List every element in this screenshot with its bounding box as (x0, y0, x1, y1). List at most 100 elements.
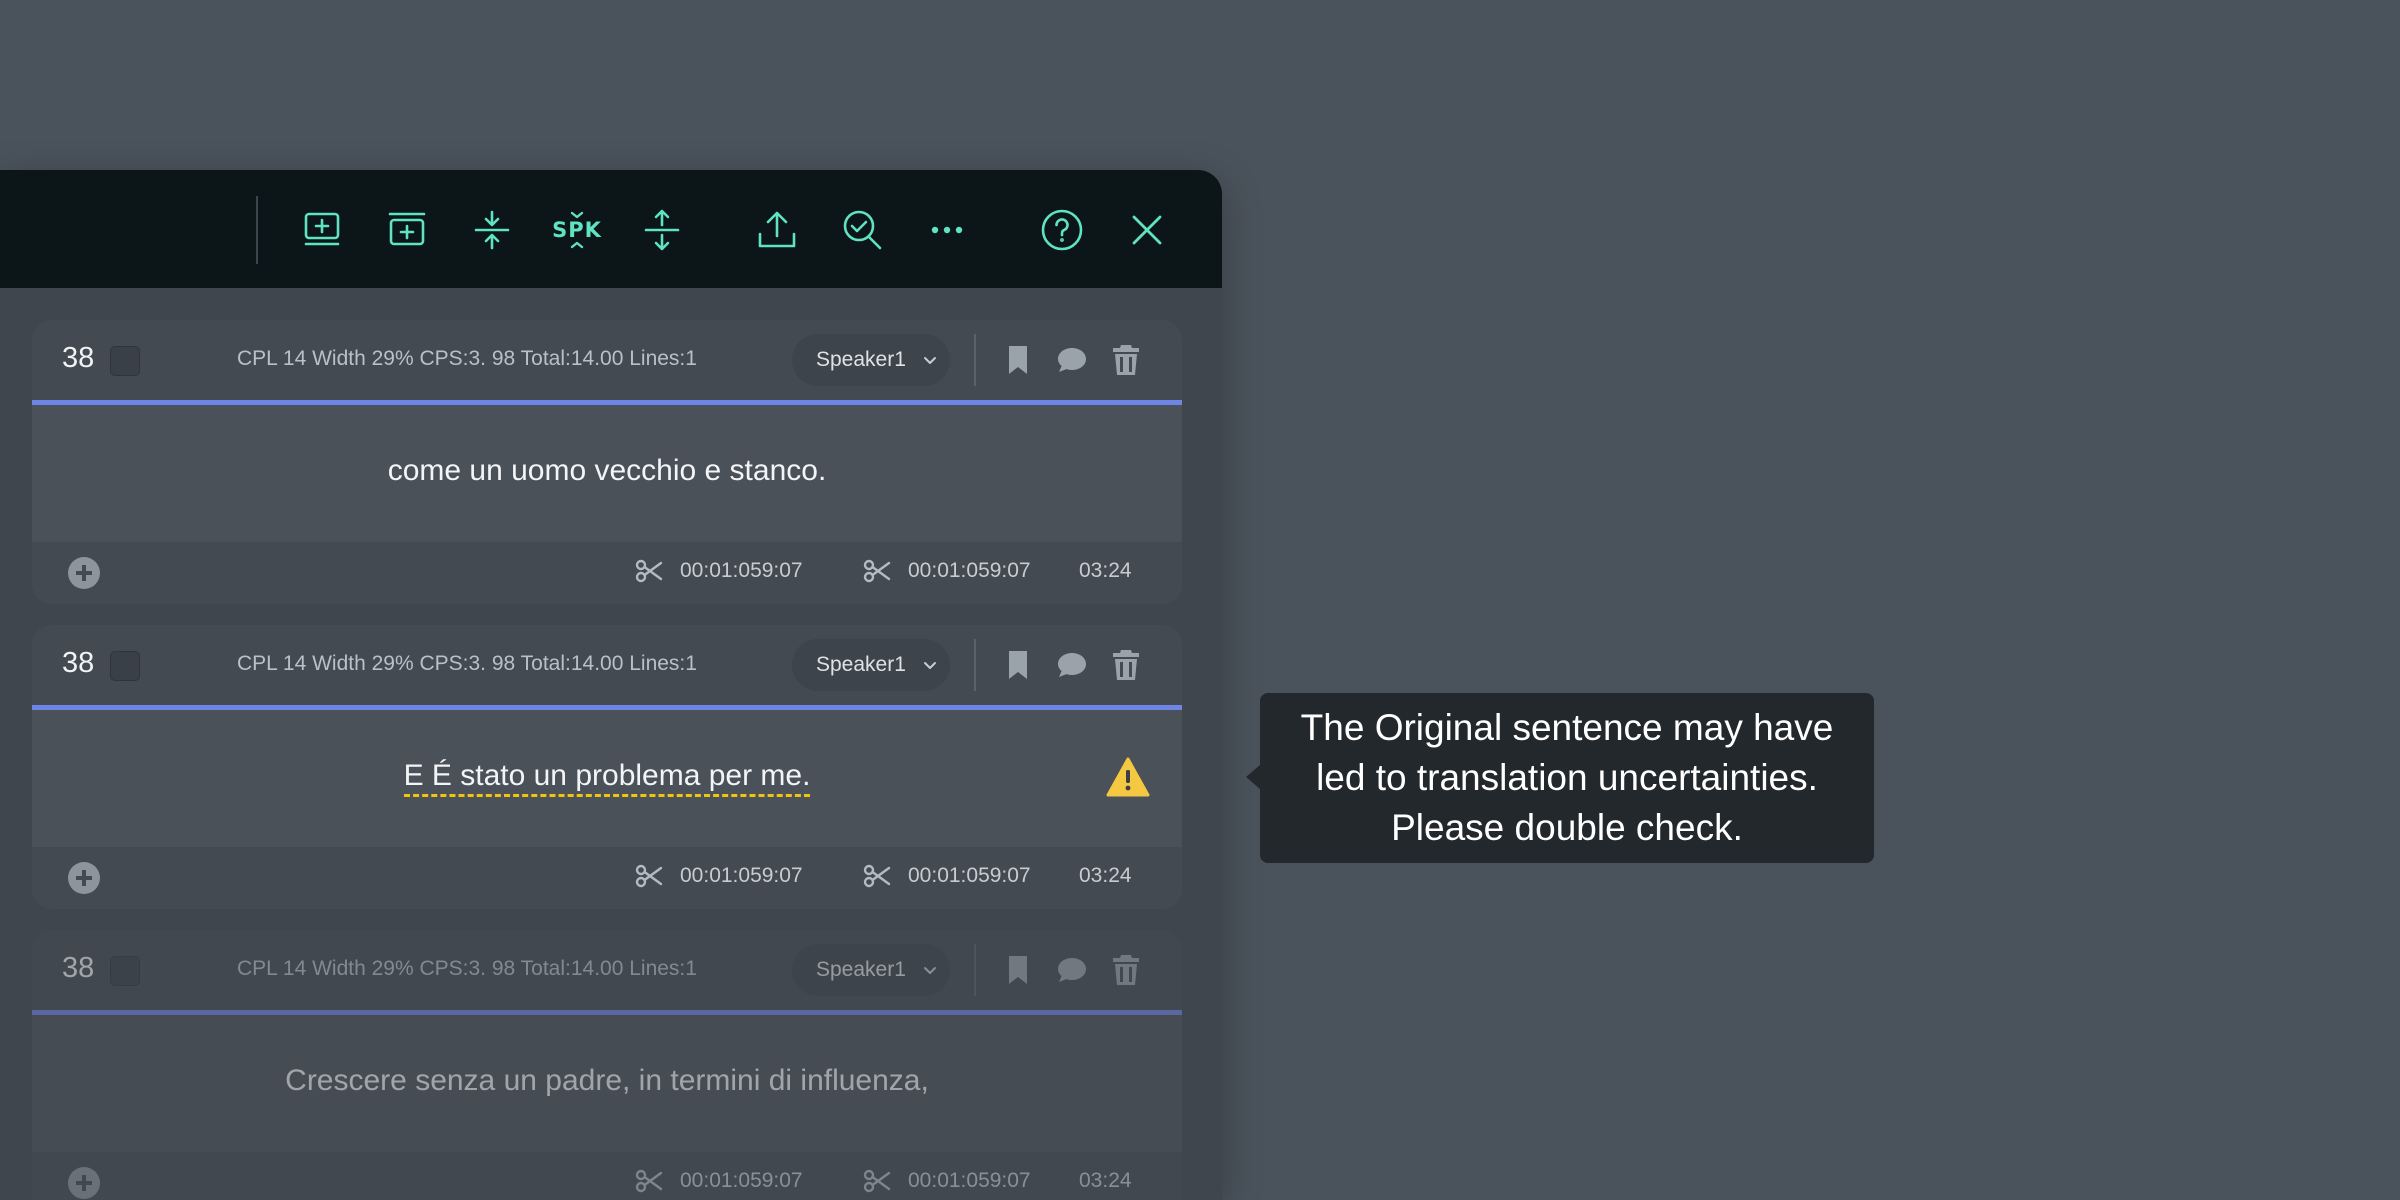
header-divider (974, 639, 976, 691)
split-button[interactable] (632, 200, 692, 260)
chevron-down-icon (923, 967, 936, 974)
trash-icon (1113, 650, 1139, 680)
delete-button[interactable] (1108, 647, 1144, 683)
subtitle-card[interactable]: 38 CPL 14 Width 29% CPS:3. 98 Total:14.0… (32, 625, 1182, 909)
subtitle-text-content: Crescere senza un padre, in termini di i… (285, 1064, 929, 1097)
comment-icon (1058, 958, 1086, 982)
add-subtitle-below-button[interactable] (292, 200, 352, 260)
speaker-chevrons-icon (570, 211, 584, 249)
scissors-icon (863, 559, 891, 583)
subtitle-text-content: E É stato un problema per me. (403, 759, 811, 797)
card-divider (32, 705, 1182, 710)
delete-button[interactable] (1108, 952, 1144, 988)
speaker-dropdown[interactable]: Speaker1 (792, 944, 950, 996)
close-icon (1132, 215, 1162, 245)
card-footer: 00:01:059:07 00:01:059:07 03:24 (32, 542, 1182, 604)
comment-icon (1058, 348, 1086, 372)
time-out[interactable]: 00:01:059:07 (908, 864, 1031, 888)
add-line-button[interactable] (68, 862, 100, 894)
scissors-icon (863, 864, 891, 888)
card-footer: 00:01:059:07 00:01:059:07 03:24 (32, 1152, 1182, 1200)
time-in[interactable]: 00:01:059:07 (680, 864, 803, 888)
bookmark-button[interactable] (1000, 952, 1036, 988)
time-in[interactable]: 00:01:059:07 (680, 1169, 803, 1193)
subtitle-number: 38 (62, 342, 95, 374)
subtitle-stats: CPL 14 Width 29% CPS:3. 98 Total:14.00 L… (237, 652, 697, 675)
card-footer: 00:01:059:07 00:01:059:07 03:24 (32, 847, 1182, 909)
subtitle-text-content: come un uomo vecchio e stanco. (387, 454, 827, 487)
help-button[interactable] (1032, 200, 1092, 260)
more-dots-icon (931, 226, 963, 234)
comment-icon (1058, 653, 1086, 677)
subtitle-editor-panel: SPK 38 CPL 14 Width 29% CPS:3. 98 Total:… (0, 170, 1222, 1200)
time-out[interactable]: 00:01:059:07 (908, 1169, 1031, 1193)
monitor-plus-icon (304, 212, 340, 246)
duration: 03:24 (1079, 559, 1132, 582)
subtitle-number: 38 (62, 952, 95, 984)
bookmark-icon (1009, 956, 1027, 984)
time-out[interactable]: 00:01:059:07 (908, 559, 1031, 583)
split-arrows-icon (644, 209, 680, 251)
tooltip-line: led to translation uncertainties. (1316, 757, 1818, 798)
bookmark-icon (1009, 651, 1027, 679)
speaker-split-button[interactable]: SPK (547, 200, 607, 260)
trash-icon (1113, 345, 1139, 375)
subtitle-number: 38 (62, 647, 95, 679)
card-divider (32, 400, 1182, 405)
add-line-button[interactable] (68, 557, 100, 589)
delete-button[interactable] (1108, 342, 1144, 378)
select-checkbox[interactable] (110, 651, 140, 681)
header-divider (974, 334, 976, 386)
speaker-dropdown[interactable]: Speaker1 (792, 639, 950, 691)
bookmark-button[interactable] (1000, 342, 1036, 378)
warning-icon[interactable] (1106, 757, 1150, 797)
card-header: 38 CPL 14 Width 29% CPS:3. 98 Total:14.0… (32, 320, 1182, 400)
card-divider (32, 1010, 1182, 1015)
toolbar: SPK (0, 170, 1222, 288)
scissors-icon (635, 1169, 663, 1193)
subtitle-text[interactable]: Crescere senza un padre, in termini di i… (32, 1064, 1182, 1098)
toolbar-divider (256, 196, 258, 264)
export-button[interactable] (747, 200, 807, 260)
card-header: 38 CPL 14 Width 29% CPS:3. 98 Total:14.0… (32, 625, 1182, 705)
bookmark-button[interactable] (1000, 647, 1036, 683)
card-header: 38 CPL 14 Width 29% CPS:3. 98 Total:14.0… (32, 930, 1182, 1010)
comment-button[interactable] (1054, 647, 1090, 683)
quality-check-button[interactable] (832, 200, 892, 260)
comment-button[interactable] (1054, 952, 1090, 988)
speaker-label: Speaker1 (816, 653, 906, 676)
duration: 03:24 (1079, 864, 1132, 887)
bookmark-icon (1009, 346, 1027, 374)
subtitle-stats: CPL 14 Width 29% CPS:3. 98 Total:14.00 L… (237, 347, 697, 370)
upload-icon (758, 211, 796, 248)
tooltip-line: Please double check. (1391, 807, 1743, 848)
add-line-button[interactable] (68, 1167, 100, 1199)
header-divider (974, 944, 976, 996)
scissors-icon (863, 1169, 891, 1193)
insert-subtitle-button[interactable] (377, 200, 437, 260)
subtitle-text[interactable]: E É stato un problema per me. (32, 759, 1182, 797)
subtitle-text[interactable]: come un uomo vecchio e stanco. (32, 454, 1182, 488)
subtitle-card[interactable]: 38 CPL 14 Width 29% CPS:3. 98 Total:14.0… (32, 320, 1182, 604)
subtitle-stats: CPL 14 Width 29% CPS:3. 98 Total:14.00 L… (237, 957, 697, 980)
tooltip-line: The Original sentence may have (1300, 707, 1834, 748)
duration: 03:24 (1079, 1169, 1132, 1192)
more-button[interactable] (917, 200, 977, 260)
comment-button[interactable] (1054, 342, 1090, 378)
select-checkbox[interactable] (110, 956, 140, 986)
help-circle-icon (1041, 209, 1083, 251)
warning-tooltip: The Original sentence may have led to tr… (1246, 693, 1874, 863)
close-button[interactable] (1117, 200, 1177, 260)
select-checkbox[interactable] (110, 346, 140, 376)
subtitle-card[interactable]: 38 CPL 14 Width 29% CPS:3. 98 Total:14.0… (32, 930, 1182, 1200)
merge-button[interactable] (462, 200, 522, 260)
trash-icon (1113, 955, 1139, 985)
search-check-icon (843, 210, 882, 250)
scissors-icon (635, 559, 663, 583)
speaker-label: Speaker1 (816, 348, 906, 371)
chevron-down-icon (923, 357, 936, 364)
time-in[interactable]: 00:01:059:07 (680, 559, 803, 583)
merge-arrows-icon (474, 210, 510, 250)
box-plus-icon (388, 212, 426, 246)
speaker-dropdown[interactable]: Speaker1 (792, 334, 950, 386)
